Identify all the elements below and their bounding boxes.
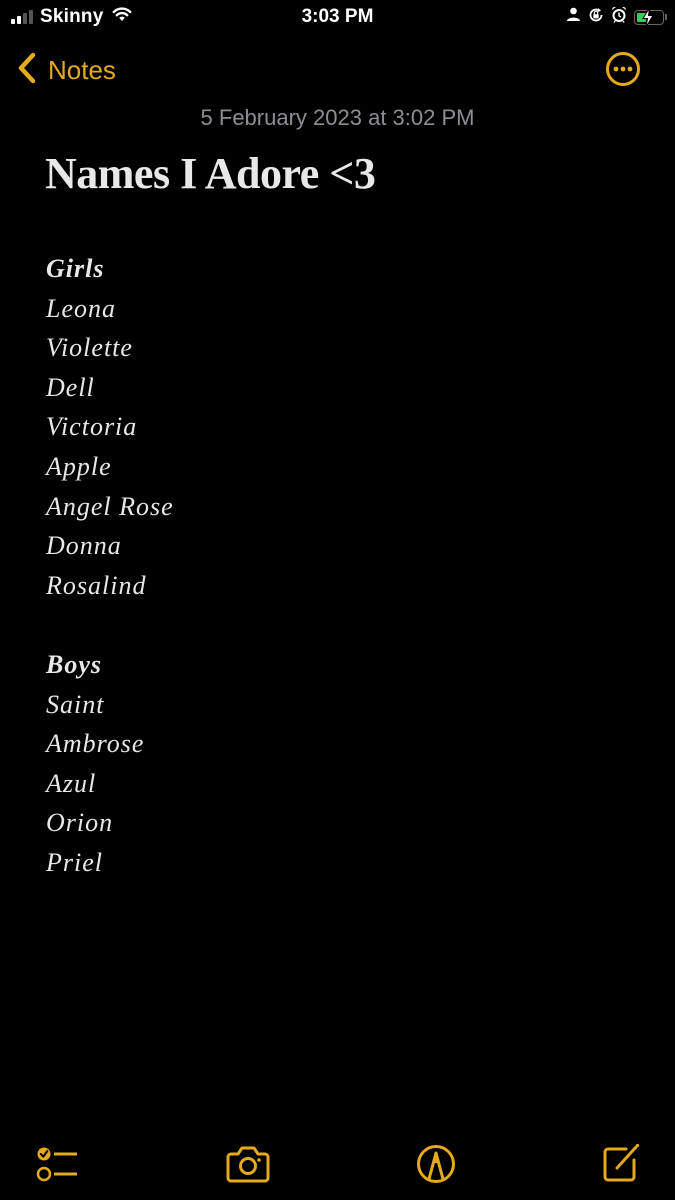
chevron-left-icon	[18, 52, 36, 89]
section-heading: Girls	[46, 254, 105, 283]
compose-icon	[603, 1143, 640, 1182]
list-item: Donna	[46, 531, 122, 561]
markup-button[interactable]	[412, 1140, 460, 1188]
list-item: Dell	[46, 372, 95, 402]
markup-pen-icon	[417, 1145, 455, 1183]
checklist-button[interactable]	[33, 1140, 81, 1188]
orientation-lock-icon	[588, 7, 604, 28]
list-item: Apple	[46, 451, 112, 481]
note-date: 5 February 2023 at 3:02 PM	[200, 105, 475, 130]
status-bar: Skinny 3:03 PM	[0, 0, 675, 36]
checklist-icon	[36, 1147, 77, 1182]
camera-icon	[226, 1146, 270, 1183]
list-item: Saint	[46, 689, 105, 719]
back-button-label: Notes	[48, 55, 116, 85]
battery-cap	[665, 14, 667, 20]
bottom-toolbar	[0, 1140, 675, 1188]
battery-charging-icon	[634, 7, 664, 27]
back-button[interactable]: Notes	[18, 52, 116, 89]
section-boys[interactable]: Boys Saint Ambrose Azul Orion Priel	[46, 645, 144, 883]
list-item: Leona	[46, 293, 116, 323]
list-item: Azul	[46, 768, 97, 798]
list-item: Ambrose	[46, 729, 145, 759]
list-item: Rosalind	[46, 570, 147, 600]
more-options-button[interactable]	[605, 51, 640, 86]
note-title[interactable]: Names I Adore <3	[45, 148, 376, 199]
list-item: Victoria	[46, 412, 138, 442]
list-item: Priel	[46, 847, 103, 877]
person-icon	[566, 7, 581, 27]
ellipsis-circle-icon	[606, 52, 640, 86]
list-item: Violette	[46, 333, 133, 363]
camera-button[interactable]	[224, 1140, 272, 1188]
section-girls[interactable]: Girls Leona Violette Dell Victoria Apple…	[46, 249, 174, 605]
list-item: Orion	[46, 808, 114, 838]
compose-button[interactable]	[597, 1140, 645, 1188]
status-right	[566, 6, 667, 28]
section-heading: Boys	[46, 650, 102, 679]
list-item: Angel Rose	[46, 491, 174, 521]
alarm-icon	[611, 6, 627, 28]
